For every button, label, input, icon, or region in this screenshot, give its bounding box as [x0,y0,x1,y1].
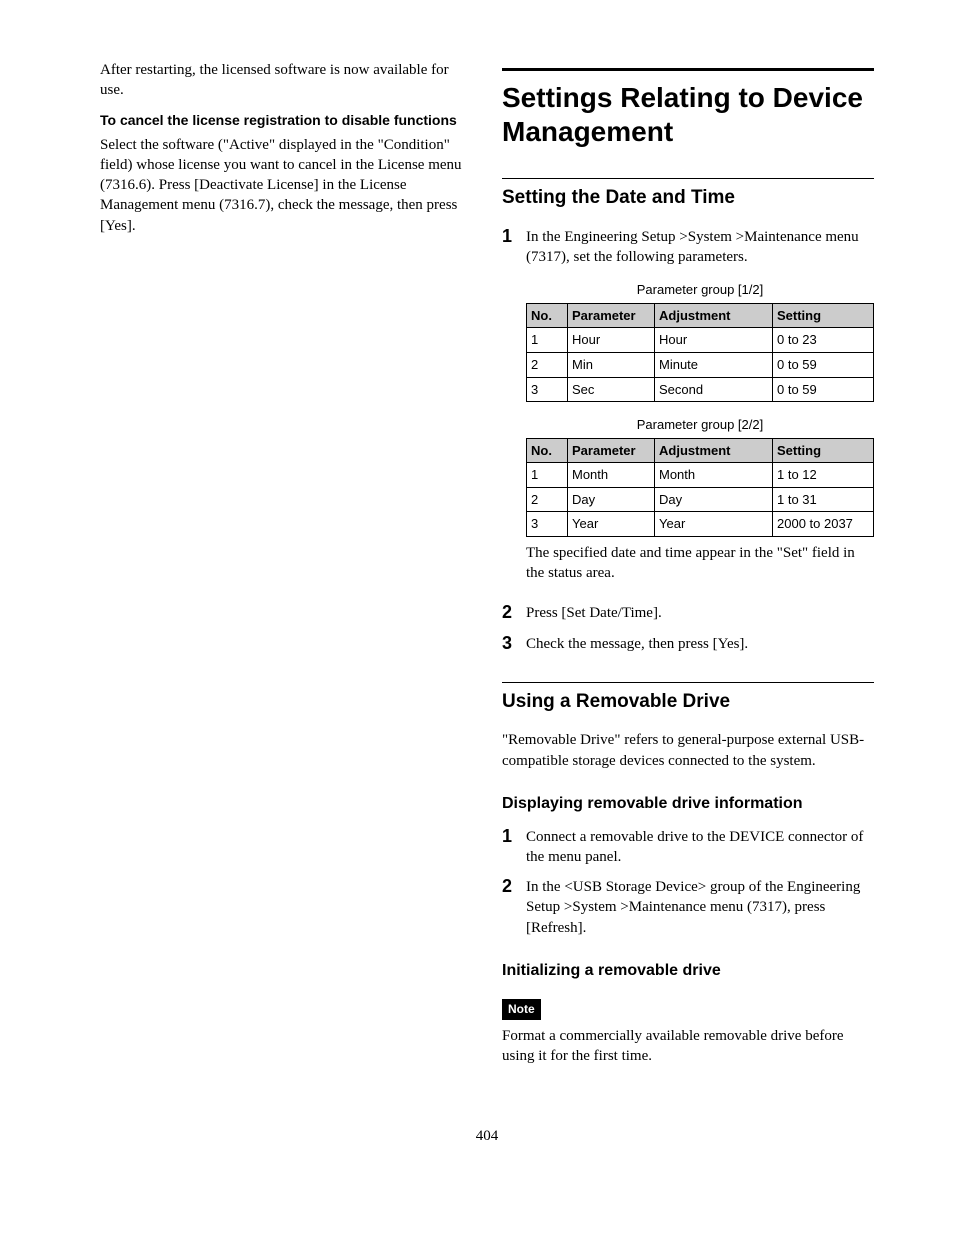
table-row: 3 Year Year 2000 to 2037 [527,512,874,537]
step-number: 2 [502,603,526,623]
th-parameter: Parameter [568,438,655,463]
page-number: 404 [100,1126,874,1146]
step-text: In the Engineering Setup >System >Mainte… [526,229,859,265]
display-step-2: 2 In the <USB Storage Device> group of t… [502,877,874,938]
step-text: Check the message, then press [Yes]. [526,634,874,654]
intro-paragraph: After restarting, the licensed software … [100,60,472,101]
removable-heading: Using a Removable Drive [502,682,874,715]
datetime-step-1: 1 In the Engineering Setup >System >Main… [502,227,874,593]
step-text: Connect a removable drive to the DEVICE … [526,827,874,868]
display-info-heading: Displaying removable drive information [502,793,874,815]
table-row: 1 Month Month 1 to 12 [527,463,874,488]
th-adjustment: Adjustment [655,303,773,328]
table-row: 2 Min Minute 0 to 59 [527,352,874,377]
table-row: 2 Day Day 1 to 31 [527,487,874,512]
th-adjustment: Adjustment [655,438,773,463]
init-heading: Initializing a removable drive [502,960,874,982]
step-number: 2 [502,877,526,897]
step-text: In the <USB Storage Device> group of the… [526,877,874,938]
left-column: After restarting, the licensed software … [100,60,472,1076]
param-table-2: No. Parameter Adjustment Setting 1 Month… [526,438,874,537]
datetime-step-2: 2 Press [Set Date/Time]. [502,603,874,623]
cancel-body: Select the software ("Active" displayed … [100,135,472,236]
right-column: Settings Relating to Device Management S… [502,60,874,1076]
th-no: No. [527,438,568,463]
th-setting: Setting [773,438,874,463]
datetime-step-3: 3 Check the message, then press [Yes]. [502,634,874,654]
after-table-text: The specified date and time appear in th… [526,543,874,584]
th-parameter: Parameter [568,303,655,328]
removable-intro: "Removable Drive" refers to general-purp… [502,730,874,771]
step-number: 3 [502,634,526,654]
step-number: 1 [502,227,526,247]
table-row: 3 Sec Second 0 to 59 [527,377,874,402]
th-no: No. [527,303,568,328]
table-row: 1 Hour Hour 0 to 23 [527,328,874,353]
step-text: Press [Set Date/Time]. [526,603,874,623]
datetime-heading: Setting the Date and Time [502,178,874,211]
page-title: Settings Relating to Device Management [502,68,874,148]
step-number: 1 [502,827,526,847]
param-table-1: No. Parameter Adjustment Setting 1 Hour … [526,303,874,402]
th-setting: Setting [773,303,874,328]
param-group-label-2: Parameter group [2/2] [526,416,874,434]
cancel-heading: To cancel the license registration to di… [100,111,472,129]
note-badge: Note [502,999,541,1019]
param-group-label-1: Parameter group [1/2] [526,281,874,299]
display-step-1: 1 Connect a removable drive to the DEVIC… [502,827,874,868]
note-body: Format a commercially available removabl… [502,1026,874,1067]
